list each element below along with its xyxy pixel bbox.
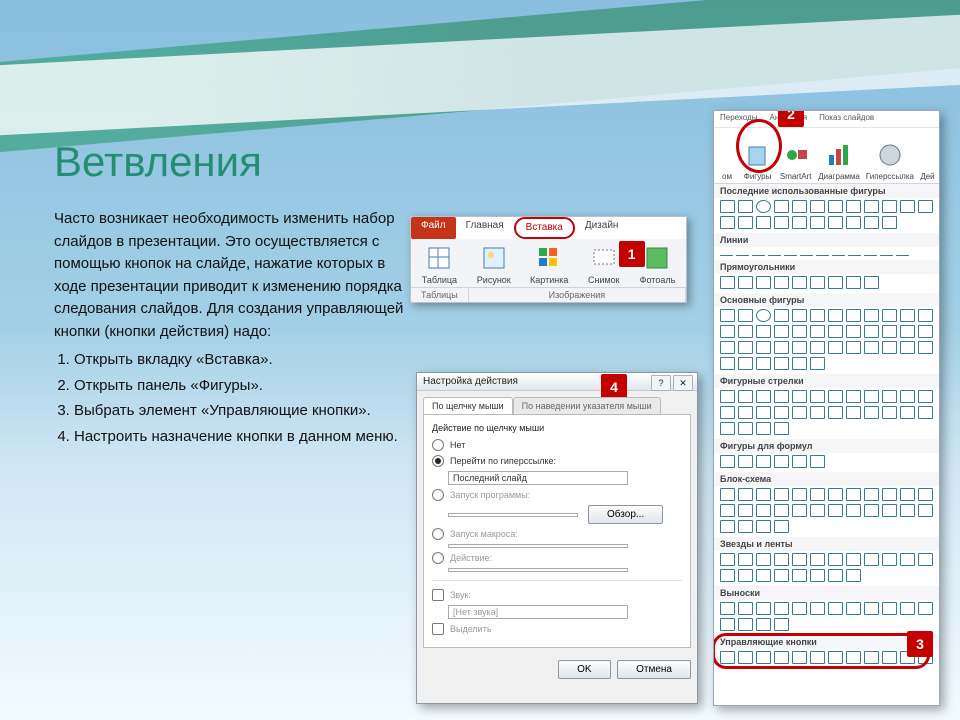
callout-circle-2 <box>736 119 782 173</box>
ribbon-item-picture[interactable]: Рисунок <box>472 245 516 285</box>
ribbon-item-hyperlink[interactable]: Гиперссылка <box>866 123 914 181</box>
ribbon-group-label: Таблицы <box>411 288 469 302</box>
ribbon-item-screenshot[interactable]: Снимок 1 <box>583 245 625 285</box>
shape-category: Линии <box>714 233 939 247</box>
ribbon-item-frag[interactable]: ом <box>718 125 736 181</box>
shapes-gallery: Переходы Анимация Показ слайдов ом Фигур… <box>713 110 940 706</box>
shape-row <box>714 453 939 472</box>
shapes-top-ribbon: Переходы Анимация Показ слайдов ом Фигур… <box>714 111 939 184</box>
hyperlink-target-select[interactable]: Последний слайд <box>448 471 628 485</box>
hyperlink-icon <box>876 141 904 169</box>
program-path-input[interactable] <box>448 513 578 517</box>
action-select[interactable] <box>448 568 628 572</box>
step: Открыть панель «Фигуры». <box>74 375 404 398</box>
shape-row <box>714 388 939 439</box>
ribbon-item-photoalbum[interactable]: Фотоаль <box>635 245 680 285</box>
tab-home[interactable]: Главная <box>456 217 514 239</box>
dialog-tab-hover[interactable]: По наведении указателя мыши <box>513 397 661 414</box>
shape-row <box>714 274 939 293</box>
ribbon-item-table[interactable]: Таблица <box>417 245 462 285</box>
intro-paragraph: Часто возникает необходимость изменить н… <box>54 208 404 343</box>
browse-button[interactable]: Обзор... <box>588 505 663 524</box>
shape-category: Прямоугольники <box>714 260 939 274</box>
ribbon-item-shapes[interactable]: Фигуры 2 <box>742 123 773 181</box>
macro-select[interactable] <box>448 544 628 548</box>
ribbon-insert-snippet: Файл Главная Вставка Дизайн Таблица Рису… <box>410 216 687 303</box>
shape-row <box>714 486 939 537</box>
ribbon-group-label: Изображения <box>469 288 686 302</box>
step: Настроить назначение кнопки в данном мен… <box>74 426 404 449</box>
shape-row <box>714 198 939 233</box>
close-button[interactable]: ✕ <box>673 375 693 391</box>
check-sound[interactable] <box>432 589 444 601</box>
ribbon-item-chart[interactable]: Диаграмма <box>818 123 860 181</box>
shape-row <box>714 307 939 374</box>
shape-category: Фигуры для формул <box>714 439 939 453</box>
shape-category: Последние использованные фигуры <box>714 184 939 198</box>
check-highlight[interactable] <box>432 623 444 635</box>
radio-none[interactable] <box>432 439 444 451</box>
shape-category: Выноски <box>714 586 939 600</box>
page-title: Ветвления <box>54 138 262 186</box>
ribbon-item-clipart[interactable]: Картинка <box>526 245 573 285</box>
shape-row <box>714 247 939 260</box>
help-button[interactable]: ? <box>651 375 671 391</box>
shape-row <box>714 551 939 586</box>
picture-icon <box>481 245 507 271</box>
clipart-icon <box>536 245 562 271</box>
smartart-icon <box>782 141 810 169</box>
shape-row <box>714 600 939 635</box>
dialog-section-label: Действие по щелчку мыши <box>432 423 682 433</box>
shape-category: Звезды и ленты <box>714 537 939 551</box>
tab-design[interactable]: Дизайн <box>575 217 629 239</box>
cancel-button[interactable]: Отмена <box>617 660 691 679</box>
tab-insert[interactable]: Вставка <box>514 217 575 239</box>
body-text: Часто возникает необходимость изменить н… <box>54 208 404 451</box>
ok-button[interactable]: OK <box>558 660 610 679</box>
photoalbum-icon <box>644 245 670 271</box>
callout-3: 3 <box>907 631 933 657</box>
screenshot-icon <box>591 245 617 271</box>
tab-file[interactable]: Файл <box>411 217 456 239</box>
ribbon-item-smartart[interactable]: SmartArt <box>779 123 812 181</box>
slide: Ветвления Часто возникает необходимость … <box>0 0 960 720</box>
radio-run-program[interactable] <box>432 489 444 501</box>
step: Выбрать элемент «Управляющие кнопки». <box>74 400 404 423</box>
callout-circle-3 <box>713 633 930 669</box>
radio-macro[interactable] <box>432 528 444 540</box>
radio-action[interactable] <box>432 552 444 564</box>
step: Открыть вкладку «Вставка». <box>74 349 404 372</box>
shape-category: Фигурные стрелки <box>714 374 939 388</box>
dialog-tab-click[interactable]: По щелчку мыши <box>423 397 513 414</box>
radio-hyperlink[interactable] <box>432 455 444 467</box>
chart-icon <box>825 141 853 169</box>
sound-select[interactable]: [Нет звука] <box>448 605 628 619</box>
action-settings-dialog: Настройка действия ? ✕ 4 По щелчку мыши … <box>416 372 698 704</box>
ribbon-item-frag[interactable]: Дей <box>920 125 935 181</box>
shape-category: Блок-схема <box>714 472 939 486</box>
dialog-title: Настройка действия <box>423 376 518 387</box>
shape-category: Основные фигуры <box>714 293 939 307</box>
table-icon <box>426 245 452 271</box>
